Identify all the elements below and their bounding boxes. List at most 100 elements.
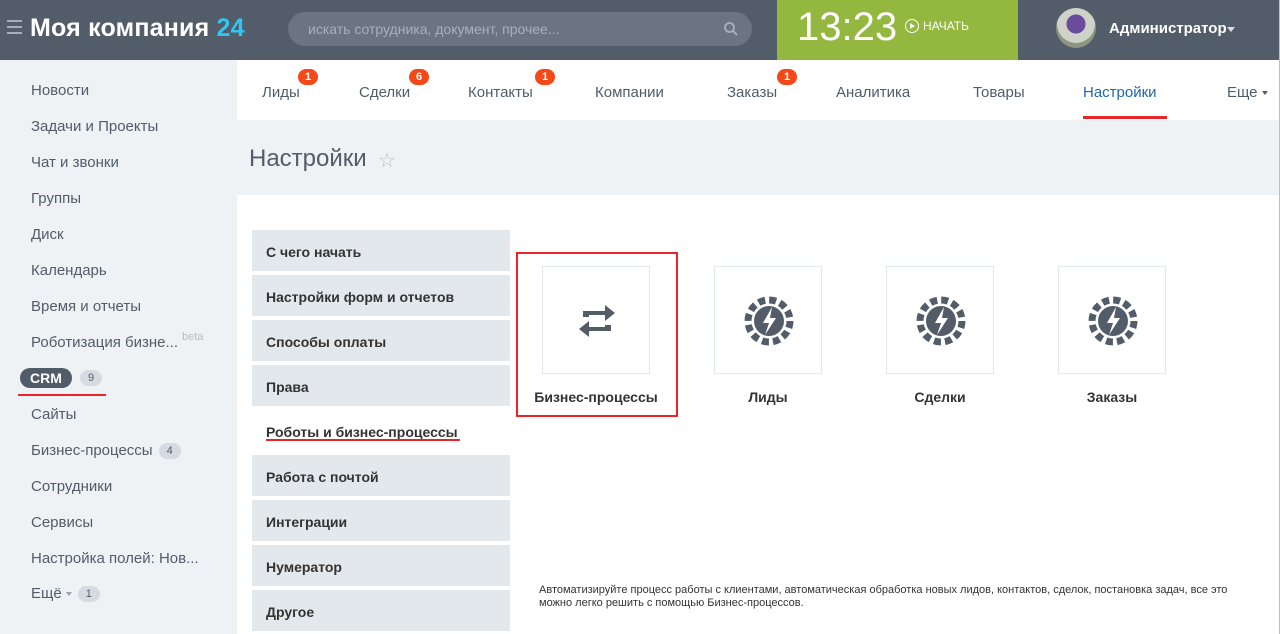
- sidebar-item-chat[interactable]: Чат и звонки: [31, 154, 119, 171]
- tab-label: Товары: [973, 84, 1025, 101]
- star-icon[interactable]: ☆: [378, 148, 396, 173]
- tab-contacts[interactable]: Контакты 1: [468, 69, 556, 101]
- tab-label: Лиды: [262, 84, 300, 101]
- tab-products[interactable]: Товары: [973, 84, 1025, 101]
- menu-item-numerator[interactable]: Нумератор: [252, 545, 510, 586]
- count-badge: 4: [158, 442, 181, 459]
- sidebar-item-services[interactable]: Сервисы: [31, 514, 93, 531]
- search-placeholder: искать сотрудника, документ, прочее...: [308, 21, 560, 37]
- logo-name: Моя компания: [30, 14, 210, 42]
- sidebar-item-label: Сотрудники: [31, 478, 113, 495]
- tab-label: Контакты: [468, 84, 533, 101]
- search-input[interactable]: искать сотрудника, документ, прочее...: [288, 12, 752, 46]
- sidebar-item-label: Задачи и Проекты: [31, 118, 159, 135]
- active-tab-underline: [1083, 116, 1167, 119]
- sidebar-item-label: Диск: [31, 226, 64, 243]
- tab-analytics[interactable]: Аналитика: [836, 84, 910, 101]
- tab-badge: 6: [409, 69, 430, 85]
- user-name[interactable]: Администратор: [1109, 20, 1227, 37]
- tab-badge: 1: [535, 69, 556, 85]
- tile-deals[interactable]: [886, 266, 994, 374]
- settings-content: С чего начать Настройки форм и отчетов С…: [237, 195, 1280, 634]
- sidebar-item-label: Настройка полей: Нов...: [31, 550, 199, 567]
- sidebar-item-label: Время и отчеты: [31, 298, 142, 315]
- tab-label: Заказы: [727, 84, 778, 101]
- crm-count-badge: 9: [80, 370, 103, 386]
- chevron-down-icon[interactable]: [1227, 27, 1235, 32]
- tile-label[interactable]: Заказы: [1032, 389, 1192, 405]
- chevron-down-icon: [1261, 91, 1268, 96]
- tab-badge: 1: [777, 69, 798, 85]
- refresh-icon: [579, 305, 615, 337]
- tab-leads[interactable]: Лиды 1: [262, 69, 319, 101]
- page-header: Настройки ☆: [237, 120, 1280, 195]
- beta-badge: beta: [182, 330, 204, 343]
- sidebar-item-more[interactable]: Ещё 1: [31, 585, 100, 602]
- play-icon: [905, 19, 919, 33]
- sidebar-item-field-settings[interactable]: Настройка полей: Нов...: [31, 550, 199, 567]
- sidebar-item-label: Сайты: [31, 406, 77, 423]
- logo-number: 24: [216, 14, 245, 42]
- sidebar-item-sites[interactable]: Сайты: [31, 406, 76, 423]
- sidebar-item-label: Чат и звонки: [31, 154, 119, 171]
- search-icon[interactable]: [724, 22, 738, 36]
- tab-more[interactable]: Еще: [1227, 84, 1268, 101]
- start-workday-button[interactable]: НАЧАТЬ: [905, 19, 969, 33]
- sidebar-item-label: Ещё: [31, 585, 62, 602]
- tab-deals[interactable]: Сделки 6: [359, 69, 430, 101]
- crm-active-underline: [18, 394, 106, 396]
- sidebar-item-robotization[interactable]: Роботизация бизне... beta: [31, 330, 204, 352]
- robot-gear-icon: [916, 296, 966, 346]
- avatar[interactable]: [1056, 8, 1096, 48]
- sidebar-item-groups[interactable]: Группы: [31, 190, 81, 207]
- tab-label: Еще: [1227, 84, 1258, 101]
- menu-item-getting-started[interactable]: С чего начать: [252, 230, 510, 271]
- tab-orders[interactable]: Заказы 1: [727, 69, 798, 101]
- menu-item-robots-bp[interactable]: Роботы и бизнес-процессы: [252, 410, 510, 451]
- tab-companies[interactable]: Компании: [595, 84, 664, 101]
- tab-label: Компании: [595, 84, 664, 101]
- sidebar-item-label: Роботизация бизне...: [31, 334, 178, 351]
- menu-item-other[interactable]: Другое: [252, 590, 510, 631]
- tile-label[interactable]: Бизнес-процессы: [516, 389, 676, 405]
- left-sidebar: Новости Задачи и Проекты Чат и звонки Гр…: [0, 60, 237, 634]
- sidebar-item-label: Группы: [31, 190, 81, 207]
- logo[interactable]: Моя компания 24: [30, 14, 245, 43]
- tile-business-processes[interactable]: [542, 266, 650, 374]
- tile-label[interactable]: Сделки: [860, 389, 1020, 405]
- sidebar-item-news[interactable]: Новости: [31, 82, 89, 99]
- tile-leads[interactable]: [714, 266, 822, 374]
- description-text: Автоматизируйте процесс работы с клиента…: [539, 584, 1228, 609]
- top-header: Моя компания 24 искать сотрудника, докум…: [0, 0, 1280, 60]
- sidebar-item-label: Календарь: [31, 262, 107, 279]
- clock-time: 13:23: [797, 5, 898, 49]
- sidebar-item-business-processes[interactable]: Бизнес-процессы 4: [31, 442, 181, 459]
- menu-item-permissions[interactable]: Права: [252, 365, 510, 406]
- active-menu-underline: [266, 439, 460, 441]
- menu-item-mail[interactable]: Работа с почтой: [252, 455, 510, 496]
- tab-label: Аналитика: [836, 84, 911, 101]
- sidebar-item-time-reports[interactable]: Время и отчеты: [31, 298, 141, 315]
- sidebar-item-employees[interactable]: Сотрудники: [31, 478, 112, 495]
- tab-badge: 1: [298, 69, 319, 85]
- sidebar-item-label: Сервисы: [31, 514, 94, 531]
- robot-gear-icon: [1088, 296, 1138, 346]
- start-label: НАЧАТЬ: [923, 19, 970, 33]
- workday-clock: 13:23 НАЧАТЬ: [777, 0, 1018, 60]
- crm-tabs: Лиды 1 Сделки 6 Контакты 1 Компании Заказы 1…: [237, 60, 1280, 120]
- sidebar-item-label: Бизнес-процессы: [31, 442, 153, 459]
- sidebar-item-disk[interactable]: Диск: [31, 226, 64, 243]
- menu-item-payment-methods[interactable]: Способы оплаты: [252, 320, 510, 361]
- sidebar-item-crm[interactable]: CRM: [20, 368, 72, 388]
- count-badge: 1: [77, 585, 100, 602]
- sidebar-item-label: Новости: [31, 82, 90, 99]
- tile-label[interactable]: Лиды: [688, 389, 848, 405]
- tile-orders[interactable]: [1058, 266, 1166, 374]
- sidebar-item-calendar[interactable]: Календарь: [31, 262, 107, 279]
- menu-item-integrations[interactable]: Интеграции: [252, 500, 510, 541]
- menu-item-forms-reports[interactable]: Настройки форм и отчетов: [252, 275, 510, 316]
- page-title: Настройки: [249, 145, 367, 172]
- sidebar-item-tasks[interactable]: Задачи и Проекты: [31, 118, 158, 135]
- tab-settings[interactable]: Настройки: [1083, 84, 1157, 101]
- menu-icon[interactable]: [7, 20, 22, 35]
